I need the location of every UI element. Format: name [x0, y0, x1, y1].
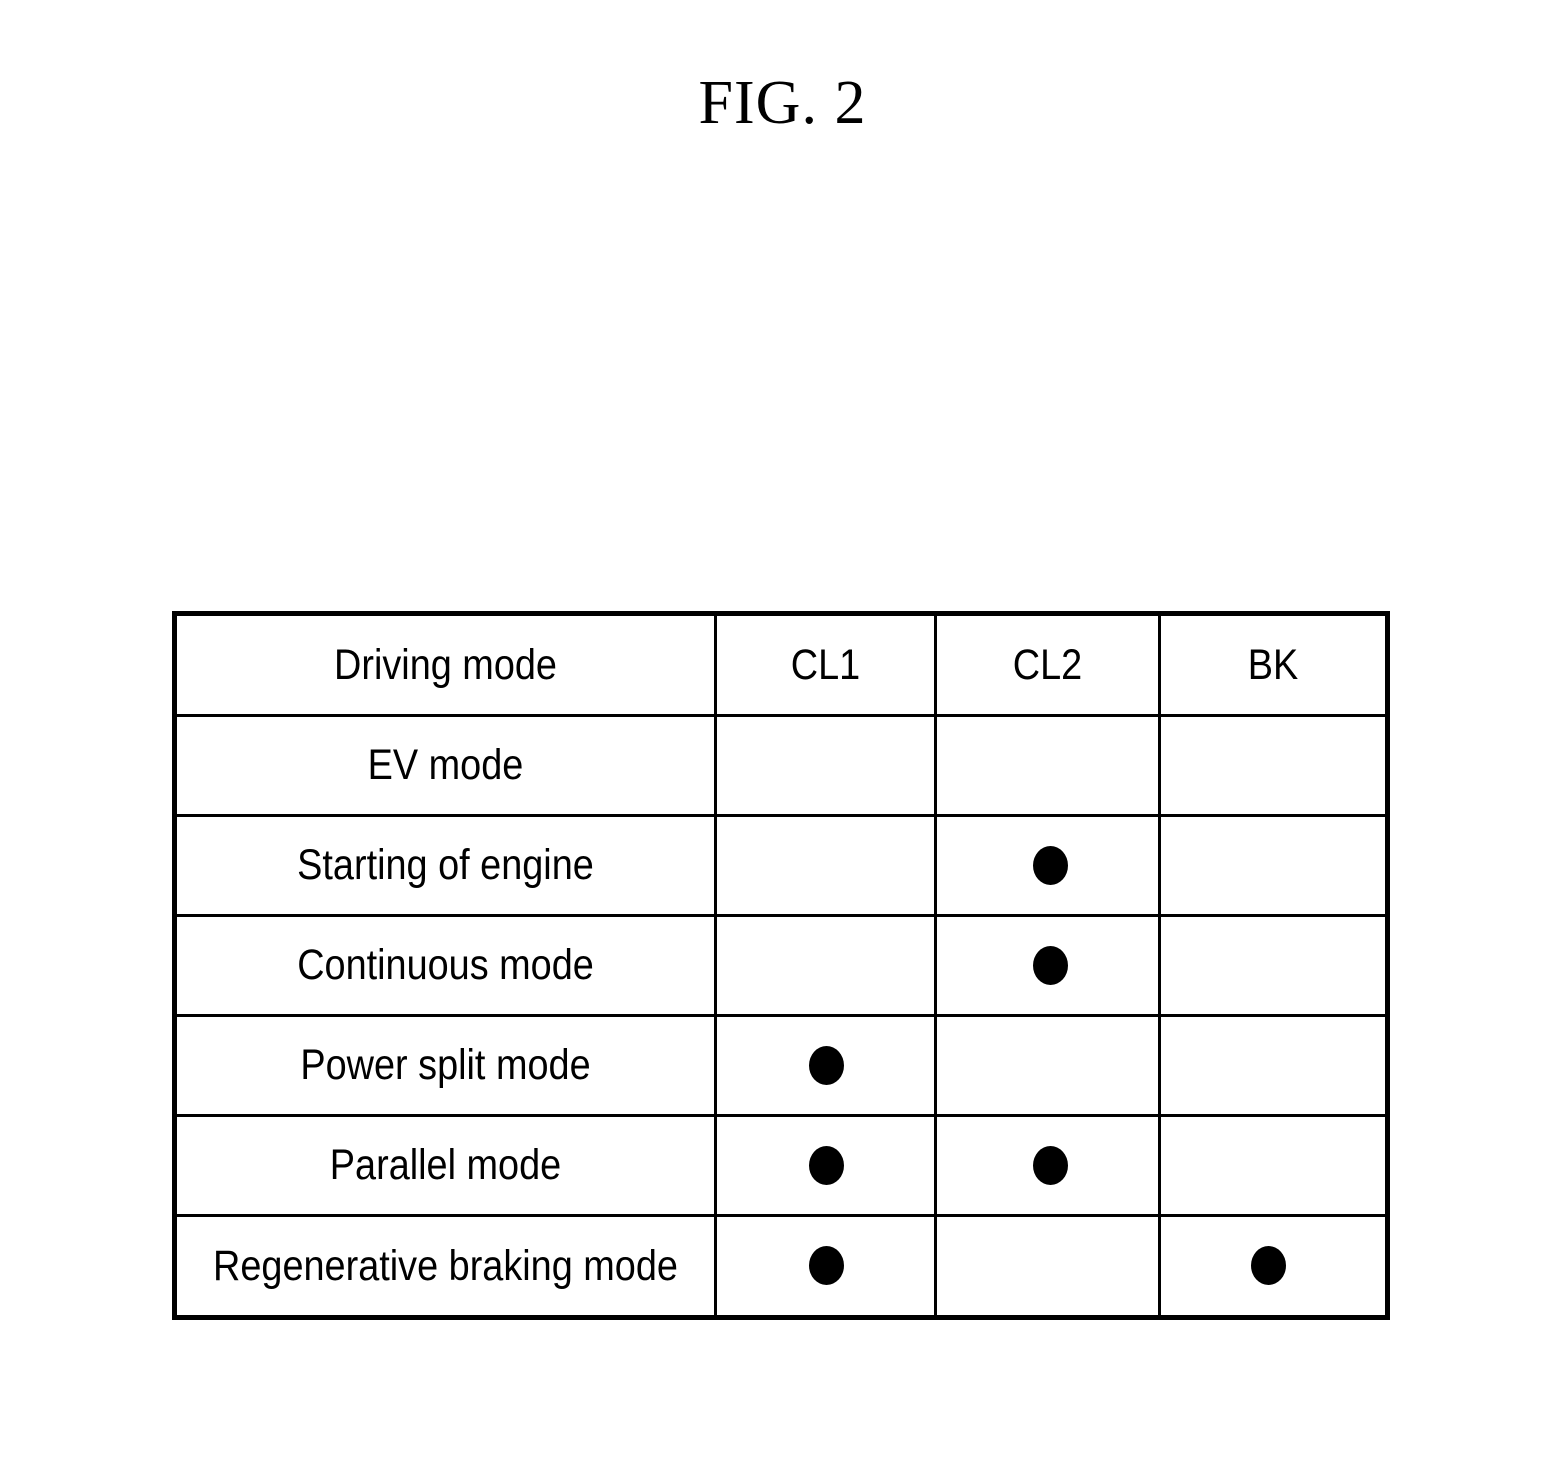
cell-cl1	[714, 1113, 937, 1217]
engagement-marker-cl1	[809, 1045, 844, 1085]
row-label: EV mode	[367, 741, 524, 790]
cell-bk	[1158, 813, 1389, 917]
header-label-bk: BK	[1247, 640, 1299, 689]
engagement-marker-bk	[1251, 1246, 1286, 1286]
row-label: Regenerative braking mode	[213, 1241, 678, 1290]
row-label-cell: Starting of engine	[173, 813, 717, 917]
engagement-marker-cl1	[717, 765, 718, 766]
cell-bk	[1158, 1113, 1389, 1217]
cell-bk	[1158, 713, 1389, 817]
table-row: Parallel mode	[173, 1113, 1389, 1217]
row-label: Power split mode	[300, 1041, 591, 1090]
engagement-marker-cl2	[937, 1065, 938, 1066]
row-label: Parallel mode	[329, 1141, 562, 1190]
row-label-cell: Regenerative braking mode	[173, 1213, 717, 1320]
cell-cl1	[714, 1213, 937, 1320]
engagement-marker-bk	[1161, 765, 1162, 766]
table-header-row: Driving mode CL1 CL2 BK	[173, 612, 1389, 717]
driving-mode-table: Driving mode CL1 CL2 BK EV mode Starting…	[172, 611, 1390, 1320]
row-label-cell: Power split mode	[173, 1013, 717, 1117]
engagement-marker-cl2	[1033, 945, 1068, 985]
cell-bk	[1158, 1213, 1389, 1320]
engagement-marker-bk	[1161, 865, 1162, 866]
figure-title: FIG. 2	[698, 69, 867, 137]
cell-cl1	[714, 913, 937, 1017]
engagement-marker-bk	[1161, 965, 1162, 966]
row-label: Continuous mode	[297, 941, 594, 990]
header-cell-cl1: CL1	[714, 612, 937, 717]
engagement-marker-cl1	[717, 965, 718, 966]
engagement-marker-cl2	[937, 765, 938, 766]
row-label-cell: Continuous mode	[173, 913, 717, 1017]
row-label-cell: EV mode	[173, 713, 717, 817]
header-cell-cl2: CL2	[934, 612, 1161, 717]
engagement-marker-cl1	[809, 1246, 844, 1286]
header-label-cl1: CL1	[790, 640, 861, 689]
row-label: Starting of engine	[297, 841, 594, 890]
driving-mode-table-container: Driving mode CL1 CL2 BK EV mode Starting…	[172, 611, 1390, 1320]
table-row: Continuous mode	[173, 913, 1389, 1017]
header-label-cl2: CL2	[1012, 640, 1083, 689]
cell-cl1	[714, 713, 937, 817]
cell-cl2	[934, 913, 1161, 1017]
cell-cl2	[934, 713, 1161, 817]
engagement-marker-cl2	[1033, 845, 1068, 885]
cell-bk	[1158, 913, 1389, 1017]
cell-cl1	[714, 813, 937, 917]
engagement-marker-bk	[1161, 1165, 1162, 1166]
engagement-marker-cl2	[937, 1265, 938, 1266]
cell-cl2	[934, 1213, 1161, 1320]
header-cell-driving-mode: Driving mode	[173, 612, 717, 717]
engagement-marker-cl1	[809, 1145, 844, 1185]
cell-cl2	[934, 1113, 1161, 1217]
cell-bk	[1158, 1013, 1389, 1117]
table-row: EV mode	[173, 713, 1389, 817]
engagement-marker-bk	[1161, 1065, 1162, 1066]
table-row: Regenerative braking mode	[173, 1213, 1389, 1320]
cell-cl2	[934, 813, 1161, 917]
table-row: Starting of engine	[173, 813, 1389, 917]
header-cell-bk: BK	[1158, 612, 1389, 717]
engagement-marker-cl2	[1033, 1145, 1068, 1185]
engagement-marker-cl1	[717, 865, 718, 866]
row-label-cell: Parallel mode	[173, 1113, 717, 1217]
cell-cl1	[714, 1013, 937, 1117]
header-label-driving-mode: Driving mode	[334, 640, 557, 689]
cell-cl2	[934, 1013, 1161, 1117]
table-row: Power split mode	[173, 1013, 1389, 1117]
